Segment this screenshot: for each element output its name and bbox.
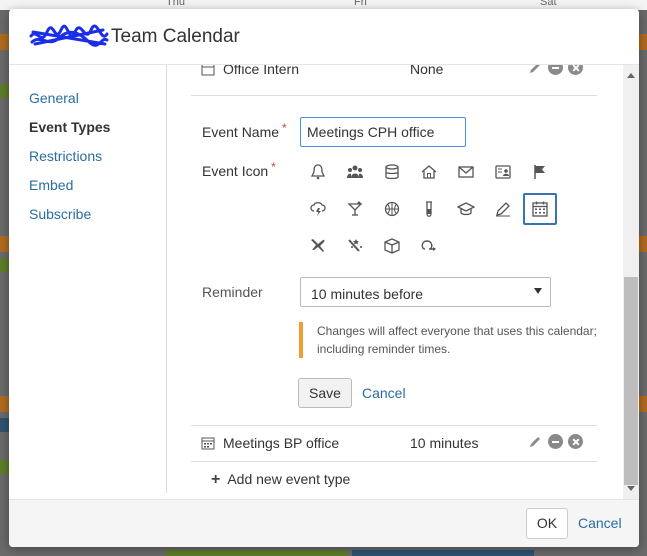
divider bbox=[191, 461, 597, 462]
dialog-footer: OK Cancel bbox=[9, 499, 639, 547]
day-label-thu: Thu bbox=[166, 0, 185, 8]
bell-icon[interactable] bbox=[301, 156, 335, 188]
database-icon[interactable] bbox=[375, 156, 409, 188]
day-label-sat: Sat bbox=[540, 0, 557, 8]
sidebar-item-event-types[interactable]: Event Types bbox=[29, 119, 110, 135]
scrollbar[interactable] bbox=[623, 65, 639, 499]
people-icon[interactable] bbox=[338, 156, 372, 188]
scrollbar-thumb[interactable] bbox=[624, 277, 638, 485]
reminder-select[interactable]: 10 minutes before bbox=[300, 277, 551, 307]
id-card-icon[interactable] bbox=[486, 156, 520, 188]
warning-line-1: Changes will affect everyone that uses t… bbox=[317, 324, 597, 338]
event-types-panel: Office Intern None Event Name* Event Ico… bbox=[167, 65, 623, 499]
event-type-name: Office Intern bbox=[223, 65, 300, 77]
team-calendar-dialog: Team Calendar General Event Types Restri… bbox=[9, 9, 639, 547]
settings-sidebar: General Event Types Restrictions Embed S… bbox=[9, 65, 167, 493]
event-type-row: Meetings BP office 10 minutes bbox=[191, 425, 597, 461]
storm-icon[interactable] bbox=[301, 193, 335, 225]
sidebar-item-general[interactable]: General bbox=[29, 90, 79, 106]
scroll-up-arrow-icon[interactable] bbox=[627, 73, 635, 78]
event-type-reminder: None bbox=[410, 65, 444, 77]
reminder-select-value: 10 minutes before bbox=[311, 286, 424, 302]
test-tube-icon[interactable] bbox=[412, 193, 446, 225]
warning-line-2: including reminder times. bbox=[317, 342, 451, 356]
dialog-header: Team Calendar bbox=[9, 9, 639, 65]
event-type-reminder: 10 minutes bbox=[410, 435, 479, 451]
event-name-input[interactable] bbox=[300, 117, 466, 147]
redacted-scribble bbox=[29, 24, 109, 47]
scroll-down-arrow-icon[interactable] bbox=[627, 486, 635, 491]
basketball-icon[interactable] bbox=[375, 193, 409, 225]
calendar-icon[interactable] bbox=[523, 193, 557, 225]
event-type-row: Office Intern None bbox=[191, 65, 597, 87]
calendar-icon bbox=[201, 65, 215, 79]
save-button[interactable]: Save bbox=[298, 378, 352, 408]
edit-pencil-icon[interactable] bbox=[528, 65, 543, 75]
calendar-icon bbox=[201, 436, 215, 453]
delete-icon[interactable] bbox=[568, 434, 583, 449]
divider bbox=[191, 95, 597, 96]
box-icon[interactable] bbox=[375, 230, 409, 262]
envelope-icon[interactable] bbox=[449, 156, 483, 188]
reminder-label: Reminder bbox=[202, 284, 263, 300]
home-icon[interactable] bbox=[412, 156, 446, 188]
event-icon-label: Event Icon * bbox=[202, 160, 276, 179]
graduation-cap-icon[interactable] bbox=[449, 193, 483, 225]
disable-icon[interactable] bbox=[548, 65, 563, 75]
sidebar-item-embed[interactable]: Embed bbox=[29, 177, 73, 193]
chevron-down-icon bbox=[534, 288, 542, 294]
calendar-event-chip bbox=[352, 550, 534, 556]
ok-button[interactable]: OK bbox=[526, 508, 568, 539]
day-label-fri: Fri bbox=[354, 0, 367, 8]
flag-icon[interactable] bbox=[523, 156, 557, 188]
delete-icon[interactable] bbox=[568, 65, 583, 75]
dialog-title: Team Calendar bbox=[111, 25, 240, 47]
cocktail-icon[interactable] bbox=[338, 193, 372, 225]
footer-cancel-link[interactable]: Cancel bbox=[578, 515, 622, 531]
event-name-label: Event Name * bbox=[202, 121, 287, 140]
calendar-event-chip bbox=[166, 550, 348, 556]
pencil-icon[interactable] bbox=[486, 193, 520, 225]
cancel-link[interactable]: Cancel bbox=[362, 385, 406, 401]
sidebar-item-subscribe[interactable]: Subscribe bbox=[29, 206, 91, 222]
magic-wand-icon[interactable] bbox=[338, 230, 372, 262]
event-type-name: Meetings BP office bbox=[223, 435, 340, 451]
add-event-type-link[interactable]: + Add new event type bbox=[211, 471, 350, 489]
edit-pencil-icon[interactable] bbox=[528, 434, 543, 449]
sidebar-item-restrictions[interactable]: Restrictions bbox=[29, 148, 102, 164]
plus-icon: + bbox=[211, 471, 221, 488]
loop-arrow-icon[interactable] bbox=[412, 230, 446, 262]
dialog-body: General Event Types Restrictions Embed S… bbox=[9, 65, 639, 499]
plane-icon[interactable] bbox=[301, 230, 335, 262]
warning-note: Changes will affect everyone that uses t… bbox=[299, 322, 599, 358]
disable-icon[interactable] bbox=[548, 434, 563, 449]
